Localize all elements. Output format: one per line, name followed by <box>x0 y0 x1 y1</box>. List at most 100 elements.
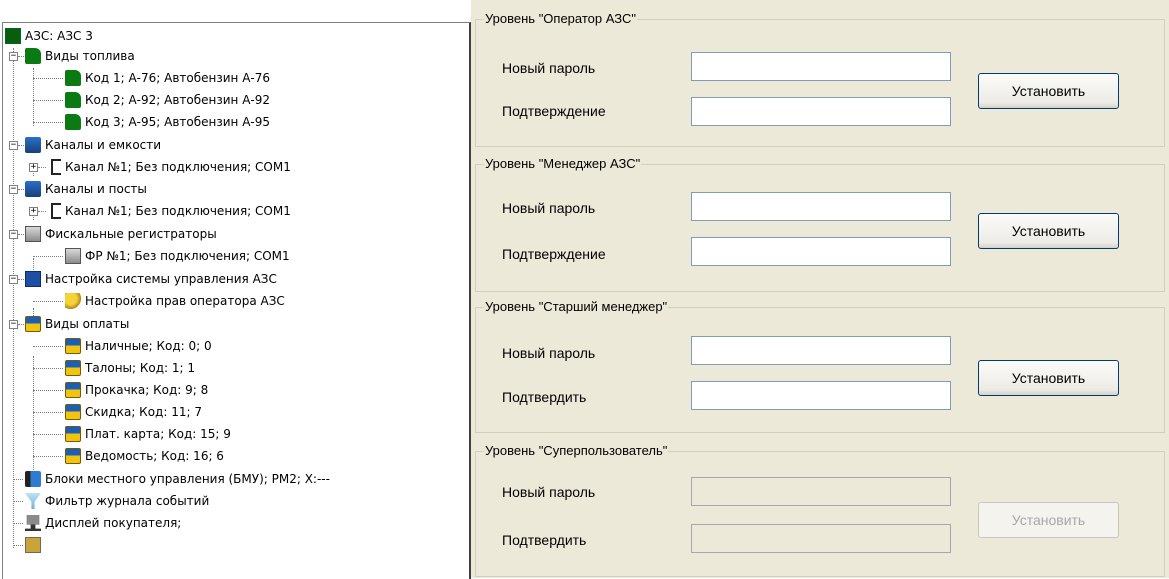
collapse-icon[interactable]: − <box>9 185 18 194</box>
set-password-button[interactable]: Установить <box>978 360 1119 396</box>
new-password-input[interactable] <box>691 192 951 221</box>
collapse-icon[interactable]: − <box>9 141 18 150</box>
group-manager: Уровень "Менеджер АЗС" Новый пароль Подт… <box>475 156 1165 292</box>
display-icon <box>25 515 41 531</box>
tree-node-fiscal[interactable]: − Фискальные регистраторы <box>3 224 463 244</box>
confirm-password-input[interactable] <box>691 524 951 553</box>
tree-node-fuel-types[interactable]: − Виды топлива <box>3 46 463 66</box>
tree-item-label: Ведомость; Код: 16; 6 <box>85 449 224 463</box>
tree-item-label: Канал №1; Без подключения; COM1 <box>65 204 291 218</box>
collapse-icon[interactable]: − <box>9 52 18 61</box>
filter-icon <box>25 493 41 509</box>
new-password-input[interactable] <box>691 477 951 506</box>
tree-item-fuel-3[interactable]: Код 3; А-95; Автобензин А-95 <box>3 112 463 132</box>
tree-item-label: Настройка прав оператора АЗС <box>85 294 285 308</box>
fuel-can-icon <box>65 92 81 108</box>
tree-item-label: Прокачка; Код: 9; 8 <box>85 383 209 397</box>
tree-item-channel-tanks-1[interactable]: + Канал №1; Без подключения; COM1 <box>3 157 463 177</box>
tree-node-partial[interactable] <box>3 535 463 555</box>
new-password-label: Новый пароль <box>502 484 596 500</box>
confirm-password-input[interactable] <box>691 97 951 126</box>
tree-node-label: Фильтр журнала событий <box>45 494 210 508</box>
cable-icon <box>51 159 61 175</box>
group-title: Уровень "Старший менеджер" <box>484 299 669 315</box>
tree-item-operator-rights[interactable]: Настройка прав оператора АЗС <box>3 291 463 311</box>
tree-node-customer-display[interactable]: Дисплей покупателя; <box>3 513 463 533</box>
group-superuser: Уровень "Суперпользователь" Новый пароль… <box>475 443 1165 577</box>
tree-item-payment[interactable]: Наличные; Код: 0; 0 <box>3 336 463 356</box>
new-password-label: Новый пароль <box>502 200 596 216</box>
settings-tree[interactable]: АЗС: АЗС 3 − Виды топлива Код 1; А-76; А… <box>2 22 471 579</box>
tree-node-event-filter[interactable]: Фильтр журнала событий <box>3 491 463 511</box>
tree-root-label: АЗС: АЗС 3 <box>25 29 93 43</box>
control-block-icon <box>25 471 41 487</box>
expand-icon[interactable]: + <box>29 163 38 172</box>
tree-node-label: Виды топлива <box>45 49 135 63</box>
tree-node-label: Каналы и посты <box>45 182 147 196</box>
tree-node-channels-posts[interactable]: − Каналы и посты <box>3 179 463 199</box>
payment-icon <box>65 404 81 420</box>
group-title: Уровень "Оператор АЗС" <box>484 11 637 27</box>
tree-item-fuel-2[interactable]: Код 2; А-92; Автобензин А-92 <box>3 90 463 110</box>
tree-node-label: Виды оплаты <box>45 317 130 331</box>
tree-node-label: Блоки местного управления (БМУ); РМ2; X:… <box>45 472 330 486</box>
tree-item-label: Код 1; А-76; Автобензин А-76 <box>85 71 271 85</box>
confirm-password-input[interactable] <box>691 237 951 266</box>
fuel-can-icon <box>65 70 81 86</box>
tree-node-label: Дисплей покупателя; <box>45 516 182 530</box>
tree-node-label: Настройка системы управления АЗС <box>45 272 277 286</box>
payment-icon <box>65 360 81 376</box>
payment-icon <box>65 426 81 442</box>
tree-item-label: Канал №1; Без подключения; COM1 <box>65 160 291 174</box>
payment-icon <box>65 338 81 354</box>
payment-icon <box>25 316 41 332</box>
new-password-input[interactable] <box>691 52 951 81</box>
confirm-label: Подтвердить <box>502 389 587 405</box>
tree-item-payment[interactable]: Ведомость; Код: 16; 6 <box>3 446 463 466</box>
set-password-button[interactable]: Установить <box>978 213 1119 249</box>
tree-node-channels-tanks[interactable]: − Каналы и емкости <box>3 135 463 155</box>
tree-node-bmu[interactable]: Блоки местного управления (БМУ); РМ2; X:… <box>3 469 463 489</box>
collapse-icon[interactable]: − <box>9 230 18 239</box>
tree-root[interactable]: АЗС: АЗС 3 <box>3 26 463 46</box>
network-icon <box>25 181 41 197</box>
fuel-can-icon <box>65 114 81 130</box>
confirm-label: Подтверждение <box>502 246 606 262</box>
tree-node-payment-types[interactable]: − Виды оплаты <box>3 314 463 334</box>
folder-icon <box>25 537 41 553</box>
tree-item-label: Код 3; А-95; Автобензин А-95 <box>85 115 271 129</box>
network-icon <box>25 137 41 153</box>
new-password-label: Новый пароль <box>502 60 596 76</box>
set-password-button[interactable]: Установить <box>978 73 1119 109</box>
group-senior-manager: Уровень "Старший менеджер" Новый пароль … <box>475 299 1165 433</box>
tree-item-fiscal-1[interactable]: ФР №1; Без подключения; COM1 <box>3 246 463 266</box>
confirm-password-input[interactable] <box>691 381 951 410</box>
collapse-icon[interactable]: − <box>9 275 18 284</box>
tree-item-label: Скидка; Код: 11; 7 <box>85 405 202 419</box>
tree-item-label: ФР №1; Без подключения; COM1 <box>85 249 290 263</box>
tree-item-payment[interactable]: Плат. карта; Код: 15; 9 <box>3 424 463 444</box>
new-password-input[interactable] <box>691 336 951 365</box>
tree-item-label: Плат. карта; Код: 15; 9 <box>85 427 231 441</box>
confirm-label: Подтвердить <box>502 532 587 548</box>
station-icon <box>5 28 21 44</box>
register-icon <box>25 226 41 242</box>
tree-item-channel-posts-1[interactable]: + Канал №1; Без подключения; COM1 <box>3 201 463 221</box>
group-operator: Уровень "Оператор АЗС" Новый пароль Подт… <box>475 11 1165 147</box>
collapse-icon[interactable]: − <box>9 320 18 329</box>
tree-item-payment[interactable]: Талоны; Код: 1; 1 <box>3 358 463 378</box>
register-icon <box>65 248 81 264</box>
cable-icon <box>51 203 61 219</box>
tree-node-mgmt[interactable]: − Настройка системы управления АЗС <box>3 269 463 289</box>
expand-icon[interactable]: + <box>29 207 38 216</box>
tree-item-label: Код 2; А-92; Автобензин А-92 <box>85 93 271 107</box>
tree-item-payment[interactable]: Прокачка; Код: 9; 8 <box>3 380 463 400</box>
set-password-button[interactable]: Установить <box>978 502 1119 538</box>
tree-node-label: Фискальные регистраторы <box>45 227 217 241</box>
tree-item-payment[interactable]: Скидка; Код: 11; 7 <box>3 402 463 422</box>
new-password-label: Новый пароль <box>502 345 596 361</box>
tree-item-fuel-1[interactable]: Код 1; А-76; Автобензин А-76 <box>3 68 463 88</box>
tree-item-label: Талоны; Код: 1; 1 <box>85 361 196 375</box>
fuel-can-icon <box>25 48 41 64</box>
group-title: Уровень "Менеджер АЗС" <box>484 156 642 172</box>
